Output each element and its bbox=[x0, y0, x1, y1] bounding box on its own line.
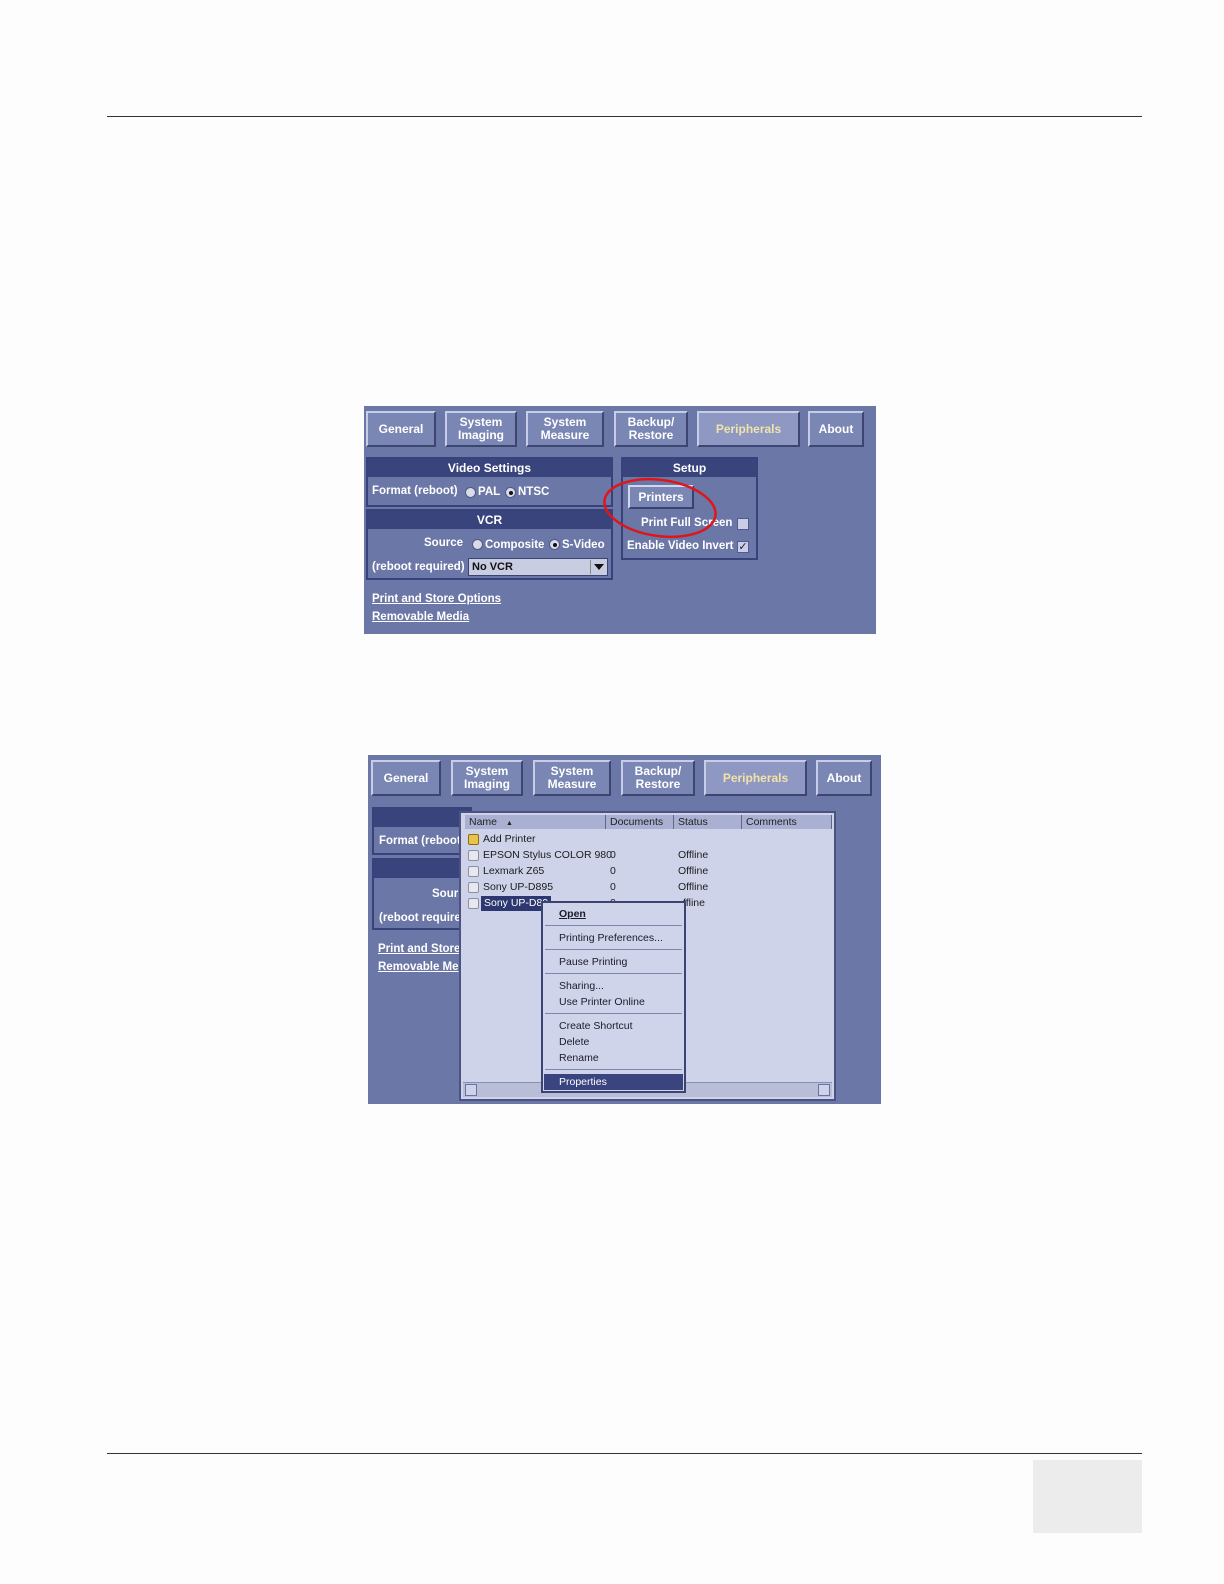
pal-radio[interactable] bbox=[465, 487, 476, 498]
printer-icon bbox=[468, 866, 479, 877]
printer-name: Lexmark Z65 bbox=[483, 865, 545, 877]
printer-documents: 0 bbox=[610, 881, 616, 893]
column-header-comments[interactable]: Comments bbox=[742, 815, 832, 829]
menu-separator bbox=[545, 949, 682, 950]
ntsc-radio[interactable] bbox=[505, 487, 516, 498]
header-rule bbox=[107, 116, 1142, 117]
column-header-name[interactable]: Name ▲ bbox=[465, 815, 606, 829]
vcr-header bbox=[374, 860, 470, 878]
tab-peripherals[interactable]: Peripherals bbox=[704, 760, 807, 796]
composite-radio[interactable] bbox=[472, 539, 483, 550]
column-header-name-label: Name bbox=[469, 816, 498, 828]
print-full-screen-checkbox[interactable] bbox=[737, 518, 749, 530]
vcr-select[interactable]: No VCR bbox=[468, 558, 608, 576]
video-settings-header: Video Settings bbox=[368, 459, 611, 477]
scroll-right-icon[interactable] bbox=[818, 1084, 830, 1096]
menu-separator bbox=[545, 1069, 682, 1070]
tab-system-measure[interactable]: System Measure bbox=[526, 411, 604, 447]
chevron-down-icon[interactable] bbox=[590, 560, 606, 574]
s-video-label: S-Video bbox=[562, 539, 605, 551]
vcr-header: VCR bbox=[368, 511, 611, 529]
tab-backup-restore[interactable]: Backup/ Restore bbox=[621, 760, 695, 796]
column-header-status[interactable]: Status bbox=[674, 815, 742, 829]
print-and-store-options-link[interactable]: Print and Store Options bbox=[372, 593, 501, 605]
printer-icon bbox=[468, 882, 479, 893]
tab-backup-restore[interactable]: Backup/ Restore bbox=[614, 411, 688, 447]
printer-row[interactable]: Lexmark Z65 0 Offline bbox=[461, 864, 821, 879]
printer-row[interactable]: Sony UP-D895 0 Offline bbox=[461, 880, 821, 895]
menu-item-rename[interactable]: Rename bbox=[559, 1052, 599, 1064]
menu-item-use-printer-online[interactable]: Use Printer Online bbox=[559, 996, 645, 1008]
printer-icon bbox=[468, 850, 479, 861]
format-label: Format (reboot) bbox=[372, 485, 458, 497]
printer-row-add-printer[interactable]: Add Printer bbox=[461, 832, 821, 847]
print-and-store-options-link[interactable]: Print and Store bbox=[378, 943, 460, 955]
menu-item-delete[interactable]: Delete bbox=[559, 1036, 589, 1048]
video-settings-panel: Video Settings Format (reboot) PAL NTSC bbox=[366, 457, 613, 507]
menu-item-open[interactable]: Open bbox=[559, 908, 586, 920]
tab-about[interactable]: About bbox=[808, 411, 864, 447]
tab-system-imaging[interactable]: System Imaging bbox=[451, 760, 523, 796]
removable-media-link[interactable]: Removable Media bbox=[372, 611, 469, 623]
printer-status: ffline bbox=[683, 897, 705, 909]
pal-label: PAL bbox=[478, 486, 501, 498]
menu-separator bbox=[545, 973, 682, 974]
tab-system-measure[interactable]: System Measure bbox=[533, 760, 611, 796]
printer-documents: 0 bbox=[610, 849, 616, 861]
ntsc-label: NTSC bbox=[518, 486, 550, 498]
tab-system-imaging[interactable]: System Imaging bbox=[445, 411, 517, 447]
enable-video-invert-label: Enable Video Invert bbox=[627, 540, 734, 552]
source-label: Sour bbox=[432, 888, 459, 900]
vcr-select-value: No VCR bbox=[472, 561, 513, 573]
add-printer-icon bbox=[468, 834, 479, 845]
printer-documents: 0 bbox=[610, 865, 616, 877]
format-label: Format (reboot bbox=[379, 835, 461, 847]
menu-item-printing-preferences[interactable]: Printing Preferences... bbox=[559, 932, 663, 944]
menu-separator bbox=[545, 1013, 682, 1014]
vcr-panel: Sour (reboot require bbox=[372, 858, 472, 930]
menu-item-create-shortcut[interactable]: Create Shortcut bbox=[559, 1020, 633, 1032]
column-header-documents[interactable]: Documents bbox=[606, 815, 674, 829]
tab-about[interactable]: About bbox=[816, 760, 872, 796]
printer-name: Sony UP-D895 bbox=[483, 881, 554, 893]
printer-name: Add Printer bbox=[483, 833, 536, 845]
footer-rule bbox=[107, 1453, 1142, 1454]
printer-row[interactable]: EPSON Stylus COLOR 980 0 Offline bbox=[461, 848, 821, 863]
video-settings-panel: Format (reboot bbox=[372, 807, 472, 855]
vcr-panel: VCR Source Composite S-Video (reboot req… bbox=[366, 509, 613, 580]
video-settings-header bbox=[374, 809, 470, 827]
page-number-box bbox=[1033, 1460, 1142, 1533]
sort-arrow-icon: ▲ bbox=[505, 820, 513, 827]
tab-general[interactable]: General bbox=[371, 760, 441, 796]
tab-general[interactable]: General bbox=[366, 411, 436, 447]
menu-separator bbox=[545, 925, 682, 926]
highlight-circle-annotation bbox=[603, 477, 717, 539]
removable-media-link[interactable]: Removable Me bbox=[378, 961, 459, 973]
printers-window-screenshot: General System Imaging System Measure Ba… bbox=[368, 755, 881, 1104]
menu-item-pause-printing[interactable]: Pause Printing bbox=[559, 956, 627, 968]
reboot-required-label: (reboot required) bbox=[372, 561, 465, 573]
menu-item-sharing[interactable]: Sharing... bbox=[559, 980, 604, 992]
reboot-required-label: (reboot require bbox=[379, 912, 461, 924]
enable-video-invert-checkbox[interactable]: ✓ bbox=[737, 541, 749, 553]
printer-status: Offline bbox=[678, 849, 709, 861]
tab-peripherals[interactable]: Peripherals bbox=[697, 411, 800, 447]
menu-item-properties[interactable]: Properties bbox=[559, 1076, 607, 1088]
utility-peripherals-screenshot: General System Imaging System Measure Ba… bbox=[364, 406, 876, 634]
printer-name: EPSON Stylus COLOR 980 bbox=[483, 849, 612, 861]
source-label: Source bbox=[424, 537, 463, 549]
printer-status: Offline bbox=[678, 865, 709, 877]
printer-status: Offline bbox=[678, 881, 709, 893]
s-video-radio[interactable] bbox=[549, 539, 560, 550]
composite-label: Composite bbox=[485, 539, 545, 551]
printer-icon bbox=[468, 898, 479, 909]
printer-context-menu: Open Printing Preferences... Pause Print… bbox=[541, 901, 686, 1093]
scroll-left-icon[interactable] bbox=[465, 1084, 477, 1096]
